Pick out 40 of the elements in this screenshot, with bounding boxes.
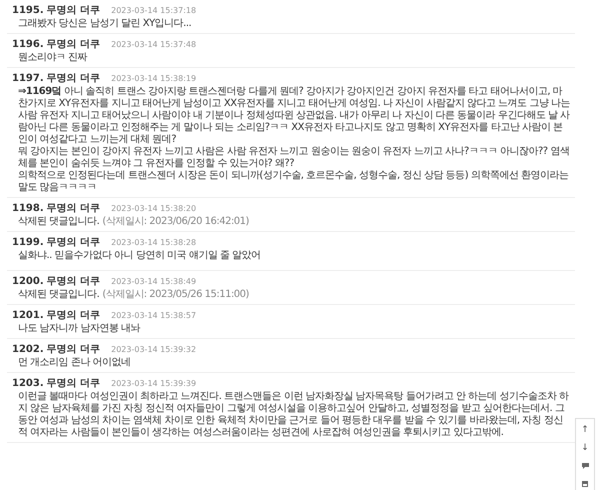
comment-author: 무명의 더쿠 [46,38,100,51]
comment-number: 1197. [12,73,44,84]
comment-time: 2023-03-14 15:38:49 [111,277,196,286]
comment-text: 이런글 볼때마다 여성인권이 최하라고 느껴진다. 트랜스맨들은 이런 남자화장실 남자목욕탕 들어가려고 안 하는데 성기수술조차 하지 않은 남자육체를 가진 자칭 정신적 여자들만이 그렇게 여성시설을 이용하고싶어 안달하고, 성별정정을 받고 싶어한다는데서. 그동안 여성과 남성의 차이는 염색체 차이로 인한 육체적 차이만을 근거로 들어 평등한 대우를 받을 수 있기를 바라왔는데, 자칭 정신적 여자라는 사람들이 본인들이 생각하는 여성스러움이라는 성편견에 사로잡혀 여성인권을 후퇴시키고 있다고밖에. [17,390,570,439]
comment-time: 2023-03-14 15:39:39 [111,379,196,388]
comment-text: 그래봤자 당신은 남성기 달린 XY입니다... [17,17,192,30]
comment-number: 1198. [12,203,44,214]
comment-number: 1201. [12,310,44,321]
comment-author: 무명의 더쿠 [46,202,100,215]
comment-time: 2023-03-14 15:38:20 [111,204,196,213]
comment-author: 무명의 더쿠 [46,72,100,85]
comment-author: 무명의 더쿠 [46,309,100,322]
comment-text: 실화냐.. 믿을수가없다 아니 당연히 미국 얘기일 줄 알았어 [17,249,262,263]
deleted-notice: 삭제된 댓글입니다. [18,289,100,300]
comment-text: 나도 남자니까 남자연봉 내놔 [17,322,142,335]
comment-text: ⇒1169덬 아니 솔직히 트랜스 강아지랑 트랜스젠더랑 다를게 뭔데? 강아지가 강아지인건 강아지 유전자를 타고 태어나서이고, 마찬가지로 XY유전자를 지니고 태어난게 남성이고 XX유전자를 지니고 태어난게 여성임. 나 자신이 사람같지 않다고 느껴도 그냥 나는 사람 유전자 지니고 태어났으니 사람이야 내 기분이나 정체성따윈 상관없음. 내가 아무리 나 자신이 다른 동물이라 우긴다해도 날 사람아닌 다른 동물이라고 인정해주는 게 말이나 되는 소리임?ㅋㅋ XX유전자 타고나지도 않고 명확히 XY유전자를 타고난 사람이 본인이 여성같다고 느끼는게 대체 뭔데? 뭐 강아지는 본인이 강아지 유전자 느끼고 사람은 사람 유전자 느끼고 원숭이는 원숭이 유전자 느끼고 사나?ㅋㅋㅋ 아니잖아?? 염색체를 본인이 숨쉬듯 느껴야 그 유전자를 인정할 수 있는거야? 왜?? 의학적으로 인정된다는데 트랜스젠더 시장은 돈이 되니까(성기수술, 호르몬수술, 성형수술, 정신 상담 등등) 의학쪽에선 환영이라는 말도 많음ㅋㅋㅋㅋ [17,85,572,194]
comment-number: 1203. [12,378,44,389]
comment-time: 2023-03-14 15:37:18 [111,6,196,15]
comment-number: 1200. [12,276,44,287]
comment-author: 무명의 더쿠 [46,4,100,17]
comment-author: 무명의 더쿠 [46,343,100,356]
comment-text: 뭔소리야ㅋ 진짜 [17,51,88,64]
comment-time: 2023-03-14 15:38:19 [111,74,196,83]
comment-time: 2023-03-14 15:38:57 [111,311,196,320]
scroll-button[interactable]: ↓ [577,440,593,456]
scroll-button[interactable]: ↑ [577,422,593,438]
comment-time: 2023-03-14 15:37:48 [111,40,196,49]
comment-number: 1195. [12,5,44,16]
deleted-time: (삭제일시: 2023/06/20 16:42:01) [102,216,249,227]
comment-number: 1199. [12,237,44,248]
comment-author: 무명의 더쿠 [46,236,100,249]
comment-author: 무명의 더쿠 [46,275,100,288]
deleted-time: (삭제일시: 2023/05/26 15:11:00) [102,289,249,300]
comment-time: 2023-03-14 15:38:28 [111,238,196,247]
comment-number: 1202. [12,344,44,355]
comment-author: 무명의 더쿠 [46,377,100,390]
comment-number: 1196. [12,39,44,50]
comment-time: 2023-03-14 15:39:32 [111,345,196,354]
comment-text: 먼 개소리임 존나 어이없네 [17,356,132,369]
deleted-notice: 삭제된 댓글입니다. [18,216,100,227]
